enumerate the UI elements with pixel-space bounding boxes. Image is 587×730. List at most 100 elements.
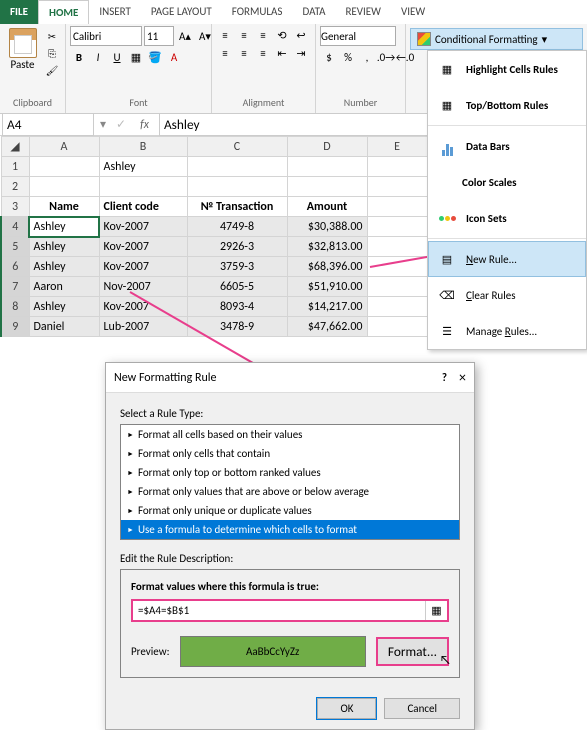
cf-clear-rules[interactable]: ⌫ Clear Rules — [428, 277, 586, 313]
cell[interactable] — [367, 317, 427, 337]
align-bottom-button[interactable]: ≡ — [254, 26, 272, 44]
cell[interactable]: $14,217.00 — [287, 297, 367, 317]
cell[interactable] — [367, 277, 427, 297]
cell[interactable] — [287, 157, 367, 177]
cf-new-rule[interactable]: ▤ New Rule... — [428, 241, 586, 277]
cell[interactable]: Amount — [287, 197, 367, 217]
row-header[interactable]: 2 — [1, 177, 29, 197]
italic-button[interactable]: I — [89, 48, 107, 66]
cell[interactable]: Ashley — [29, 257, 99, 277]
cell[interactable]: $68,396.00 — [287, 257, 367, 277]
wrap-text-button[interactable]: ↩ — [292, 26, 310, 44]
row-header[interactable]: 3 — [1, 197, 29, 217]
ok-button[interactable]: OK — [317, 698, 376, 719]
tab-data[interactable]: DATA — [292, 0, 335, 24]
cell[interactable] — [367, 157, 427, 177]
cell[interactable] — [367, 297, 427, 317]
col-header-d[interactable]: D — [287, 137, 367, 157]
range-picker-button[interactable]: ▦ — [425, 601, 447, 620]
tab-insert[interactable]: INSERT — [89, 0, 141, 24]
copy-button[interactable]: ⎘ — [43, 45, 61, 61]
col-header-e[interactable]: E — [367, 137, 427, 157]
cell[interactable]: № Transaction — [187, 197, 287, 217]
tab-formulas[interactable]: FORMULAS — [222, 0, 293, 24]
cell[interactable]: 2926-3 — [187, 237, 287, 257]
cell[interactable]: Kov-2007 — [99, 257, 187, 277]
number-format-select[interactable] — [320, 26, 396, 46]
bold-button[interactable]: B — [70, 48, 88, 66]
cell[interactable]: Lub-2007 — [99, 317, 187, 337]
col-header-b[interactable]: B — [99, 137, 187, 157]
cell[interactable]: Kov-2007 — [99, 237, 187, 257]
format-button[interactable]: Format... ↖ — [376, 637, 449, 666]
cell[interactable] — [367, 237, 427, 257]
cell[interactable]: Ashley — [29, 297, 99, 317]
select-all-cell[interactable]: ◢ — [1, 137, 29, 157]
cell[interactable]: Client code — [99, 197, 187, 217]
cell[interactable]: 4749-8 — [187, 217, 287, 237]
row-header[interactable]: 6 — [1, 257, 29, 277]
rule-type-list[interactable]: Format all cells based on their values F… — [120, 424, 460, 540]
align-left-button[interactable]: ≡ — [216, 44, 234, 62]
row-header[interactable]: 4 — [1, 217, 29, 237]
increase-indent-button[interactable]: ⇥ — [292, 44, 310, 62]
tab-review[interactable]: REVIEW — [335, 0, 391, 24]
row-header[interactable]: 8 — [1, 297, 29, 317]
tab-home[interactable]: HOME — [38, 0, 89, 24]
rule-type-option[interactable]: Use a formula to determine which cells t… — [121, 520, 459, 539]
rule-type-option[interactable]: Format only unique or duplicate values — [121, 501, 459, 520]
cut-button[interactable]: ✂ — [43, 28, 61, 44]
cell[interactable]: Ashley — [29, 237, 99, 257]
cf-manage-rules[interactable]: ☰ Manage Rules... — [428, 313, 586, 349]
comma-button[interactable]: , — [358, 48, 376, 66]
rule-type-option[interactable]: Format only values that are above or bel… — [121, 482, 459, 501]
dialog-close-button[interactable]: × — [459, 369, 466, 386]
cell[interactable]: Kov-2007 — [99, 217, 187, 237]
formula-field[interactable] — [133, 601, 425, 620]
cell[interactable]: Ashley — [99, 157, 187, 177]
name-box[interactable] — [2, 113, 94, 136]
align-center-button[interactable]: ≡ — [235, 44, 253, 62]
rule-type-option[interactable]: Format all cells based on their values — [121, 425, 459, 444]
cell[interactable]: 3759-3 — [187, 257, 287, 277]
cell[interactable]: 8093-4 — [187, 297, 287, 317]
cell[interactable] — [29, 157, 99, 177]
row-header[interactable]: 1 — [1, 157, 29, 177]
cell[interactable] — [187, 177, 287, 197]
cell[interactable] — [287, 177, 367, 197]
align-top-button[interactable]: ≡ — [216, 26, 234, 44]
cell[interactable]: Aaron — [29, 277, 99, 297]
cell[interactable]: Nov-2007 — [99, 277, 187, 297]
border-button[interactable]: ▦ — [127, 48, 145, 66]
cell[interactable]: Name — [29, 197, 99, 217]
conditional-formatting-button[interactable]: Conditional Formatting ▾ — [410, 28, 583, 50]
paste-button[interactable]: Paste — [4, 28, 41, 71]
fill-color-button[interactable]: 🪣 — [146, 48, 164, 66]
cf-top-bottom[interactable]: ▦ Top/Bottom Rules — [428, 87, 586, 123]
cell[interactable]: 6605-5 — [187, 277, 287, 297]
dialog-help-button[interactable]: ? — [442, 371, 447, 384]
orientation-button[interactable]: ⟲ — [273, 26, 291, 44]
cell[interactable]: Ashley — [29, 217, 99, 237]
increase-decimal-button[interactable]: .0→ — [377, 48, 395, 66]
cf-color-scales[interactable]: Color Scales — [428, 164, 586, 200]
format-painter-button[interactable]: 🖌 — [43, 62, 61, 78]
row-header[interactable]: 9 — [1, 317, 29, 337]
decrease-indent-button[interactable]: ⇤ — [273, 44, 291, 62]
font-size-select[interactable] — [144, 26, 174, 46]
align-middle-button[interactable]: ≡ — [235, 26, 253, 44]
col-header-c[interactable]: C — [187, 137, 287, 157]
cf-data-bars[interactable]: Data Bars — [428, 128, 586, 164]
fx-icon[interactable]: fx — [132, 118, 157, 132]
cell[interactable]: $32,813.00 — [287, 237, 367, 257]
cell[interactable]: Daniel — [29, 317, 99, 337]
row-header[interactable]: 7 — [1, 277, 29, 297]
underline-button[interactable]: U — [108, 48, 126, 66]
cell[interactable] — [187, 157, 287, 177]
tab-view[interactable]: VIEW — [391, 0, 435, 24]
cell[interactable] — [367, 177, 427, 197]
row-header[interactable]: 5 — [1, 237, 29, 257]
cell[interactable] — [367, 217, 427, 237]
tab-file[interactable]: FILE — [0, 0, 38, 24]
col-header-a[interactable]: A — [29, 137, 99, 157]
